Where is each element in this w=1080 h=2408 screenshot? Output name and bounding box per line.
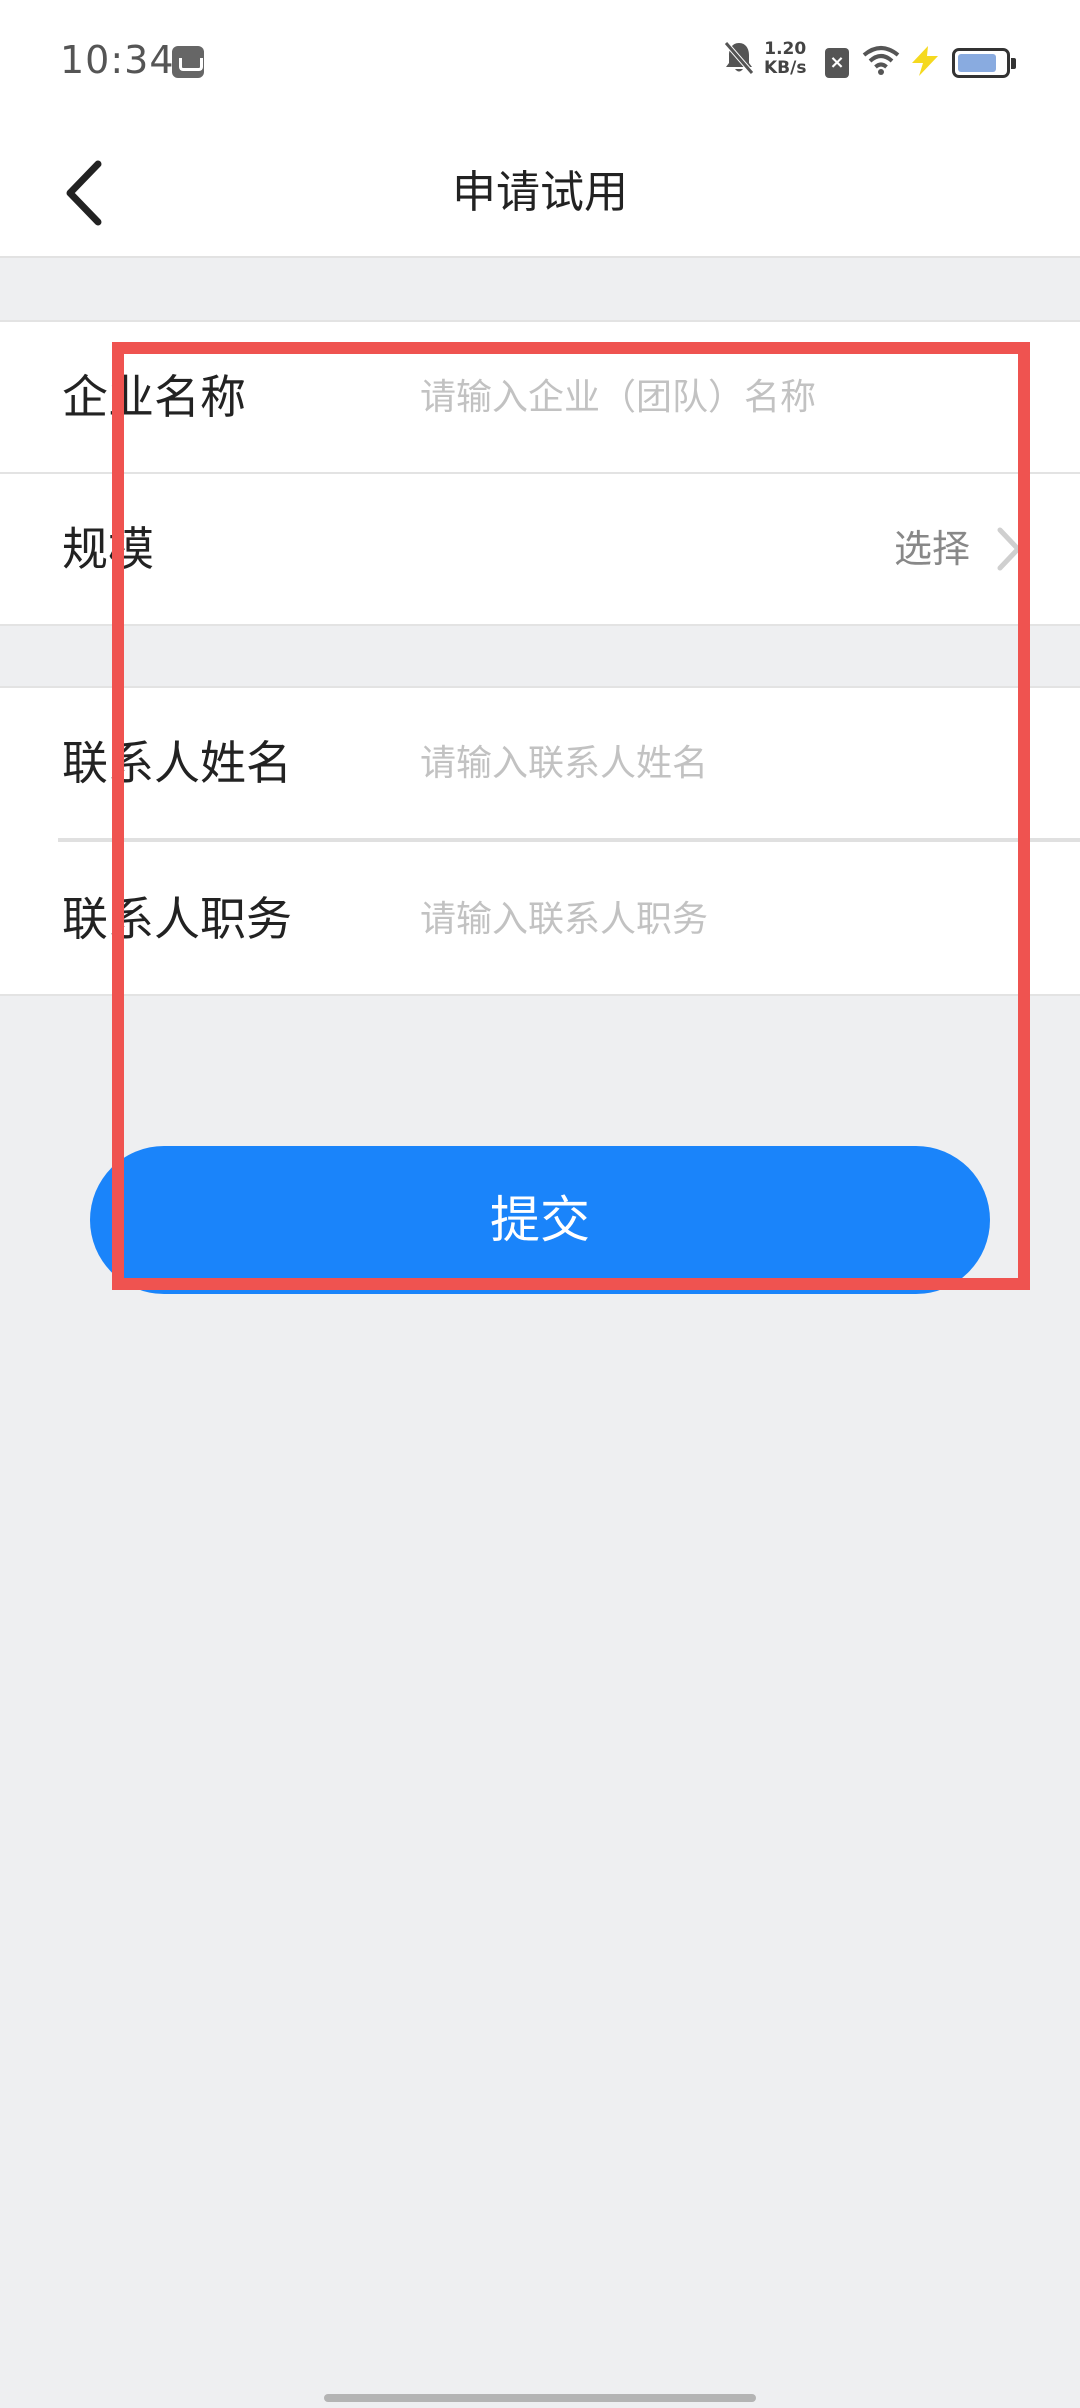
scale-select-value[interactable]: 选择 (894, 474, 970, 624)
status-time: 10:34 (60, 38, 175, 82)
contact-name-input[interactable] (420, 718, 1040, 808)
charging-bolt-icon (908, 44, 942, 82)
status-icons: 1.20 KB/s × (680, 0, 1080, 128)
home-indicator[interactable] (324, 2394, 756, 2402)
contact-title-row: 联系人职务 (0, 844, 1080, 994)
contact-name-label: 联系人姓名 (62, 736, 292, 790)
submit-button[interactable]: 提交 (90, 1146, 990, 1294)
bell-off-icon (723, 40, 755, 80)
app-notification-icon (172, 46, 204, 78)
contact-name-row: 联系人姓名 (0, 688, 1080, 838)
header: 申请试用 (0, 128, 1080, 258)
sim-disabled-icon: × (825, 48, 849, 78)
network-speed: 1.20 KB/s (764, 40, 806, 78)
network-speed-unit: KB/s (764, 58, 807, 78)
company-name-label: 企业名称 (62, 370, 246, 424)
chevron-right-icon (996, 526, 1022, 576)
scale-row[interactable]: 规模 选择 (0, 474, 1080, 624)
battery-icon (952, 48, 1016, 78)
contact-info-group: 联系人姓名 联系人职务 (0, 686, 1080, 996)
contact-title-label: 联系人职务 (62, 892, 292, 946)
scale-label: 规模 (62, 522, 154, 576)
network-speed-value: 1.20 (764, 39, 807, 59)
company-name-row: 企业名称 (0, 322, 1080, 472)
chevron-left-icon (66, 160, 102, 226)
company-info-group: 企业名称 规模 选择 (0, 320, 1080, 626)
contact-title-input[interactable] (420, 874, 1040, 964)
wifi-icon (862, 44, 900, 80)
company-name-input[interactable] (420, 352, 1040, 442)
page-title: 申请试用 (452, 167, 628, 218)
back-button[interactable] (44, 150, 124, 236)
divider (58, 838, 1080, 842)
status-bar: 10:34 1.20 KB/s × (0, 0, 1080, 128)
